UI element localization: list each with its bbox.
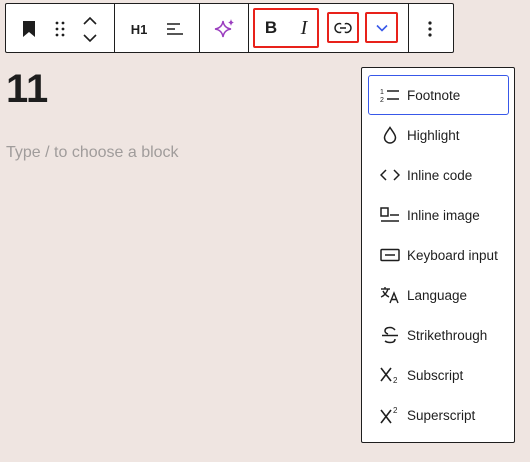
menu-item-label: Inline image	[407, 207, 480, 223]
svg-text:2: 2	[393, 376, 398, 384]
toolbar-divider	[248, 4, 249, 52]
link-button[interactable]	[330, 15, 356, 40]
menu-item-footnote[interactable]: 1 2 Footnote	[368, 75, 509, 115]
menu-item-superscript[interactable]: 2 Superscript	[369, 396, 508, 434]
menu-item-label: Subscript	[407, 367, 464, 383]
block-toolbar: H1 B I	[5, 3, 454, 53]
drag-handle[interactable]	[48, 16, 72, 42]
align-left-icon	[167, 23, 183, 35]
ai-button[interactable]	[211, 16, 239, 42]
move-up-button[interactable]	[78, 12, 102, 28]
menu-item-language[interactable]: Language	[369, 276, 508, 314]
link-icon	[334, 21, 352, 34]
menu-item-highlight[interactable]: Highlight	[369, 116, 508, 154]
heading-block[interactable]: 11	[6, 64, 48, 114]
toolbar-divider	[199, 4, 200, 52]
bold-button[interactable]: B	[258, 14, 284, 42]
italic-label: I	[300, 16, 308, 39]
subscript-icon: 2	[378, 363, 402, 387]
svg-text:1: 1	[380, 89, 384, 96]
paragraph-placeholder[interactable]: Type / to choose a block	[6, 144, 179, 162]
chevron-down-icon	[375, 24, 388, 32]
chevron-up-icon	[83, 16, 97, 25]
menu-item-label: Footnote	[407, 87, 461, 103]
svg-text:2: 2	[393, 406, 398, 415]
more-vertical-icon	[428, 21, 432, 37]
menu-item-subscript[interactable]: 2 Subscript	[369, 356, 508, 394]
bold-label: B	[264, 18, 278, 37]
heading-level-label: H1	[130, 21, 148, 37]
options-button[interactable]	[418, 16, 442, 42]
menu-item-label: Superscript	[407, 407, 476, 423]
move-down-button[interactable]	[78, 30, 102, 46]
more-formats-button[interactable]	[368, 15, 395, 40]
menu-item-label: Language	[407, 287, 468, 303]
image-icon	[378, 203, 402, 227]
menu-item-label: Keyboard input	[407, 247, 498, 263]
italic-button[interactable]: I	[292, 14, 316, 42]
more-formats-menu: 1 2 Footnote Highlight Inline code Inlin…	[361, 67, 515, 443]
menu-item-label: Strikethrough	[407, 327, 488, 343]
language-icon	[378, 283, 402, 307]
keyboard-icon	[378, 243, 402, 267]
svg-text:2: 2	[380, 97, 384, 103]
footnote-icon: 1 2	[378, 83, 402, 107]
menu-item-inline-code[interactable]: Inline code	[369, 156, 508, 194]
superscript-icon: 2	[378, 403, 402, 427]
menu-item-keyboard-input[interactable]: Keyboard input	[369, 236, 508, 274]
editor-canvas: H1 B I 11 Type / to choose a block 1 2 F…	[0, 0, 530, 462]
heading-level-button[interactable]: H1	[124, 16, 154, 42]
toolbar-divider	[408, 4, 409, 52]
code-icon	[378, 163, 402, 187]
sparkles-icon	[214, 19, 234, 38]
menu-item-label: Highlight	[407, 127, 460, 143]
align-button[interactable]	[162, 16, 188, 42]
droplet-icon	[378, 123, 402, 147]
chevron-down-icon	[83, 33, 97, 42]
drag-handle-icon	[55, 21, 65, 37]
bookmark-icon	[23, 21, 35, 37]
menu-item-inline-image[interactable]: Inline image	[369, 196, 508, 234]
menu-item-strikethrough[interactable]: Strikethrough	[369, 316, 508, 354]
block-type-button[interactable]	[16, 16, 42, 42]
toolbar-divider	[114, 4, 115, 52]
strikethrough-icon	[378, 323, 402, 347]
menu-item-label: Inline code	[407, 167, 473, 183]
